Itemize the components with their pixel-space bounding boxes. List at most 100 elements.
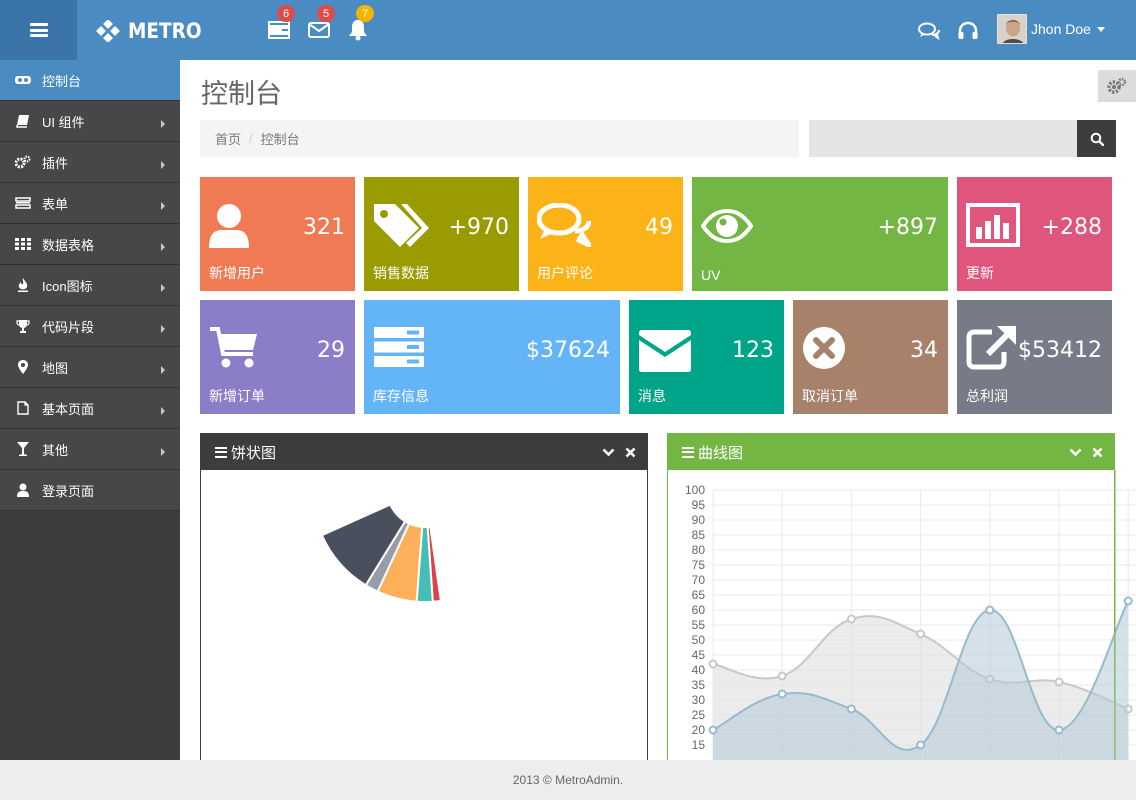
data-point[interactable] xyxy=(777,671,787,681)
y-tick-label: 75 xyxy=(692,558,706,572)
tile-value: +970 xyxy=(448,215,509,240)
sidebar-item-maps[interactable]: 地图 xyxy=(0,347,180,388)
tasks-notification-button[interactable]: 6 xyxy=(267,5,295,42)
close-button[interactable] xyxy=(623,445,637,459)
collapse-button[interactable] xyxy=(1068,445,1082,459)
alerts-notification-button[interactable]: 7 xyxy=(346,5,374,42)
brand-name: METRO xyxy=(128,19,202,43)
sidebar-item-basic-pages[interactable]: 基本页面 xyxy=(0,388,180,429)
sidebar-item-ui-components[interactable]: UI 组件 xyxy=(0,101,180,142)
envelope-icon xyxy=(308,22,330,38)
breadcrumb-home-link[interactable]: 首页 xyxy=(215,129,241,148)
cogs-icon xyxy=(15,154,31,170)
search-button[interactable] xyxy=(1077,120,1116,157)
tile-updates[interactable]: +288 更新 xyxy=(957,177,1112,291)
tasks-count-badge: 6 xyxy=(277,5,295,22)
comments-icon xyxy=(537,203,591,247)
breadcrumb: 首页 / 控制台 xyxy=(200,120,799,157)
tile-cancelled-orders[interactable]: 34 取消订单 xyxy=(793,300,948,414)
tile-label: 销售数据 xyxy=(373,265,429,281)
panel-tools xyxy=(1068,445,1104,459)
sidebar-item-label: 控制台 xyxy=(42,73,82,89)
tile-label: 新增订单 xyxy=(209,388,265,404)
sidebar-item-icons[interactable]: Icon图标 xyxy=(0,265,180,306)
data-point[interactable] xyxy=(1123,596,1133,606)
external-link-icon xyxy=(966,326,1016,370)
support-button[interactable] xyxy=(956,20,980,42)
close-button[interactable] xyxy=(1090,445,1104,459)
sidebar-item-label: 地图 xyxy=(42,360,69,376)
tile-new-orders[interactable]: 29 新增订单 xyxy=(200,300,355,414)
breadcrumb-current: 控制台 xyxy=(260,132,300,147)
y-tick-label: 40 xyxy=(692,663,706,677)
data-point[interactable] xyxy=(916,629,926,639)
search-input[interactable] xyxy=(809,120,1077,157)
panel-title: 饼状图 xyxy=(231,444,277,462)
data-point[interactable] xyxy=(708,725,718,735)
server-icon xyxy=(374,327,424,367)
data-point[interactable] xyxy=(777,689,787,699)
brand-logo[interactable]: METRO xyxy=(96,18,212,44)
user-menu[interactable]: Jhon Doe xyxy=(997,14,1105,44)
y-tick-label: 15 xyxy=(692,738,706,752)
caret-right-icon xyxy=(161,161,165,169)
collapse-button[interactable] xyxy=(601,445,615,459)
sidebar-item-label: 插件 xyxy=(42,155,69,171)
sidebar-item-login-page[interactable]: 登录页面 xyxy=(0,470,180,511)
caret-right-icon xyxy=(161,243,165,251)
eye-icon xyxy=(701,209,753,243)
sidebar-item-label: 基本页面 xyxy=(42,401,95,417)
caret-right-icon xyxy=(161,120,165,128)
top-navbar: METRO 6 5 7 Jhon Doe xyxy=(0,0,1136,60)
chat-button[interactable] xyxy=(917,20,941,42)
tile-uv[interactable]: +897 UV xyxy=(692,177,948,291)
tile-value: 321 xyxy=(303,215,345,240)
tile-messages[interactable]: 123 消息 xyxy=(629,300,784,414)
list-icon xyxy=(682,446,694,458)
tile-sales-data[interactable]: +970 销售数据 xyxy=(364,177,519,291)
y-tick-label: 20 xyxy=(692,723,706,737)
y-tick-label: 95 xyxy=(692,498,706,512)
sidebar-item-label: 其他 xyxy=(42,442,69,458)
data-point[interactable] xyxy=(708,659,718,669)
sidebar-item-label: 登录页面 xyxy=(42,483,95,499)
menu-toggle-button[interactable] xyxy=(0,0,77,60)
data-point[interactable] xyxy=(1054,725,1064,735)
sidebar-item-code-snippets[interactable]: 代码片段 xyxy=(0,306,180,347)
y-tick-label: 90 xyxy=(692,513,706,527)
tile-label: 用户评论 xyxy=(537,265,593,281)
trophy-icon xyxy=(15,318,31,334)
panel-title: 曲线图 xyxy=(698,444,744,462)
tile-label: UV xyxy=(701,267,721,283)
tile-user-comments[interactable]: 49 用户评论 xyxy=(528,177,683,291)
shopping-cart-icon xyxy=(210,327,257,368)
diamonds-logo-icon xyxy=(96,20,120,42)
tile-total-profit[interactable]: $53412 总利润 xyxy=(957,300,1112,414)
form-icon xyxy=(15,195,31,211)
book-icon xyxy=(15,113,31,129)
sidebar-item-plugins[interactable]: 插件 xyxy=(0,142,180,183)
sidebar-item-other[interactable]: 其他 xyxy=(0,429,180,470)
sidebar-item-label: 数据表格 xyxy=(42,237,95,253)
data-point[interactable] xyxy=(846,704,856,714)
panel-header: 饼状图 xyxy=(201,434,647,470)
caret-right-icon xyxy=(161,407,165,415)
tile-new-users[interactable]: 321 新增用户 xyxy=(200,177,355,291)
alerts-count-badge: 7 xyxy=(356,5,374,22)
messages-notification-button[interactable]: 5 xyxy=(307,5,335,42)
data-point[interactable] xyxy=(916,740,926,750)
tile-inventory[interactable]: $37624 库存信息 xyxy=(364,300,620,414)
sidebar-item-forms[interactable]: 表单 xyxy=(0,183,180,224)
sidebar-item-data-tables[interactable]: 数据表格 xyxy=(0,224,180,265)
envelope-icon xyxy=(639,330,691,372)
data-point[interactable] xyxy=(985,605,995,615)
sidebar-item-dashboard[interactable]: 控制台 xyxy=(0,60,180,101)
data-point[interactable] xyxy=(846,614,856,624)
close-icon xyxy=(625,447,635,457)
chevron-down-icon xyxy=(1069,448,1081,456)
settings-button[interactable] xyxy=(1098,70,1136,102)
data-point[interactable] xyxy=(1054,677,1064,687)
tile-label: 取消订单 xyxy=(802,388,858,404)
tile-value: 29 xyxy=(317,338,345,363)
panel-header: 曲线图 xyxy=(668,434,1114,470)
